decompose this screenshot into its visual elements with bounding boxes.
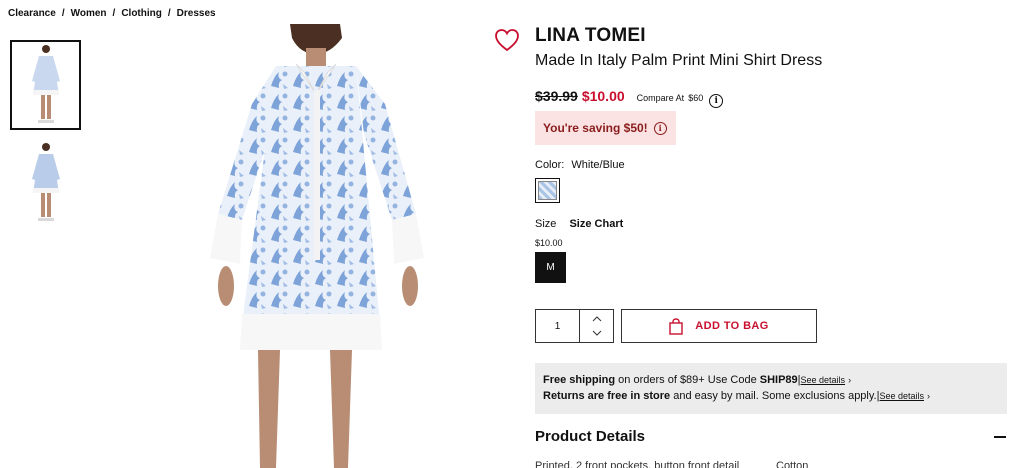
price-row: $39.99 $10.00 Compare At $60 i — [535, 88, 724, 108]
sale-price: $10.00 — [581, 88, 625, 104]
add-to-bag-button[interactable]: ADD TO BAG — [621, 309, 817, 343]
compare-at-label: Compare At — [636, 93, 685, 103]
quantity-stepper: 1 — [535, 309, 614, 343]
chevron-right-icon: › — [927, 391, 931, 401]
color-value: White/Blue — [571, 159, 625, 171]
saving-badge: You're saving $50! i — [535, 111, 676, 145]
wishlist-heart-icon[interactable] — [494, 28, 520, 52]
main-product-image[interactable] — [180, 24, 450, 468]
product-thumbnail-2[interactable] — [10, 138, 81, 228]
color-swatch-white-blue[interactable] — [535, 178, 560, 203]
breadcrumb-women[interactable]: Women — [71, 8, 107, 19]
product-thumbnail-1[interactable] — [10, 40, 81, 130]
size-label: Size — [535, 218, 557, 230]
product-brand[interactable]: LINA TOMEI — [535, 25, 646, 47]
add-to-bag-label: ADD TO BAG — [695, 320, 769, 332]
original-price: $39.99 — [535, 88, 578, 104]
dress-thumbnail-image — [31, 45, 60, 123]
product-title: Made In Italy Palm Print Mini Shirt Dres… — [535, 52, 823, 69]
quantity-decrease-chevron-down-icon[interactable] — [580, 326, 613, 340]
product-details-description: Printed, 2 front pockets, button front d… — [535, 460, 740, 468]
swatch-pattern — [538, 181, 557, 200]
size-price: $10.00 — [535, 238, 563, 248]
breadcrumb-dresses[interactable]: Dresses — [177, 8, 216, 19]
quantity-increase-chevron-up-icon[interactable] — [580, 312, 613, 326]
dress-model-image — [210, 24, 424, 468]
compare-at-value: $60 — [688, 93, 704, 103]
shopping-bag-icon — [669, 317, 683, 335]
compare-info-icon[interactable]: i — [709, 94, 724, 108]
chevron-right-icon: › — [848, 375, 852, 385]
breadcrumb: Clearance / Women / Clothing / Dresses — [8, 8, 216, 19]
collapse-minus-icon[interactable] — [994, 436, 1006, 438]
size-chart-link[interactable]: Size Chart — [569, 218, 623, 230]
shipping-see-details-link[interactable]: See details — [801, 375, 846, 385]
saving-info-icon[interactable]: i — [653, 121, 667, 135]
shipping-line: Free shipping on orders of $89+ Use Code… — [543, 374, 852, 386]
breadcrumb-clearance[interactable]: Clearance — [8, 8, 56, 19]
saving-text: You're saving $50! — [543, 121, 648, 135]
product-details-material: Cotton — [776, 460, 809, 468]
color-label: Color: White/Blue — [535, 159, 625, 171]
size-option-m[interactable]: M — [535, 252, 566, 283]
returns-see-details-link[interactable]: See details — [879, 391, 924, 401]
breadcrumb-clothing[interactable]: Clothing — [121, 8, 162, 19]
quantity-input[interactable]: 1 — [536, 310, 580, 342]
product-details-heading[interactable]: Product Details — [535, 428, 645, 445]
dress-thumbnail-image — [31, 143, 60, 221]
size-row: Size Size Chart — [535, 218, 623, 230]
shipping-info-box: Free shipping on orders of $89+ Use Code… — [535, 363, 1007, 414]
returns-line: Returns are free in store and easy by ma… — [543, 390, 931, 402]
